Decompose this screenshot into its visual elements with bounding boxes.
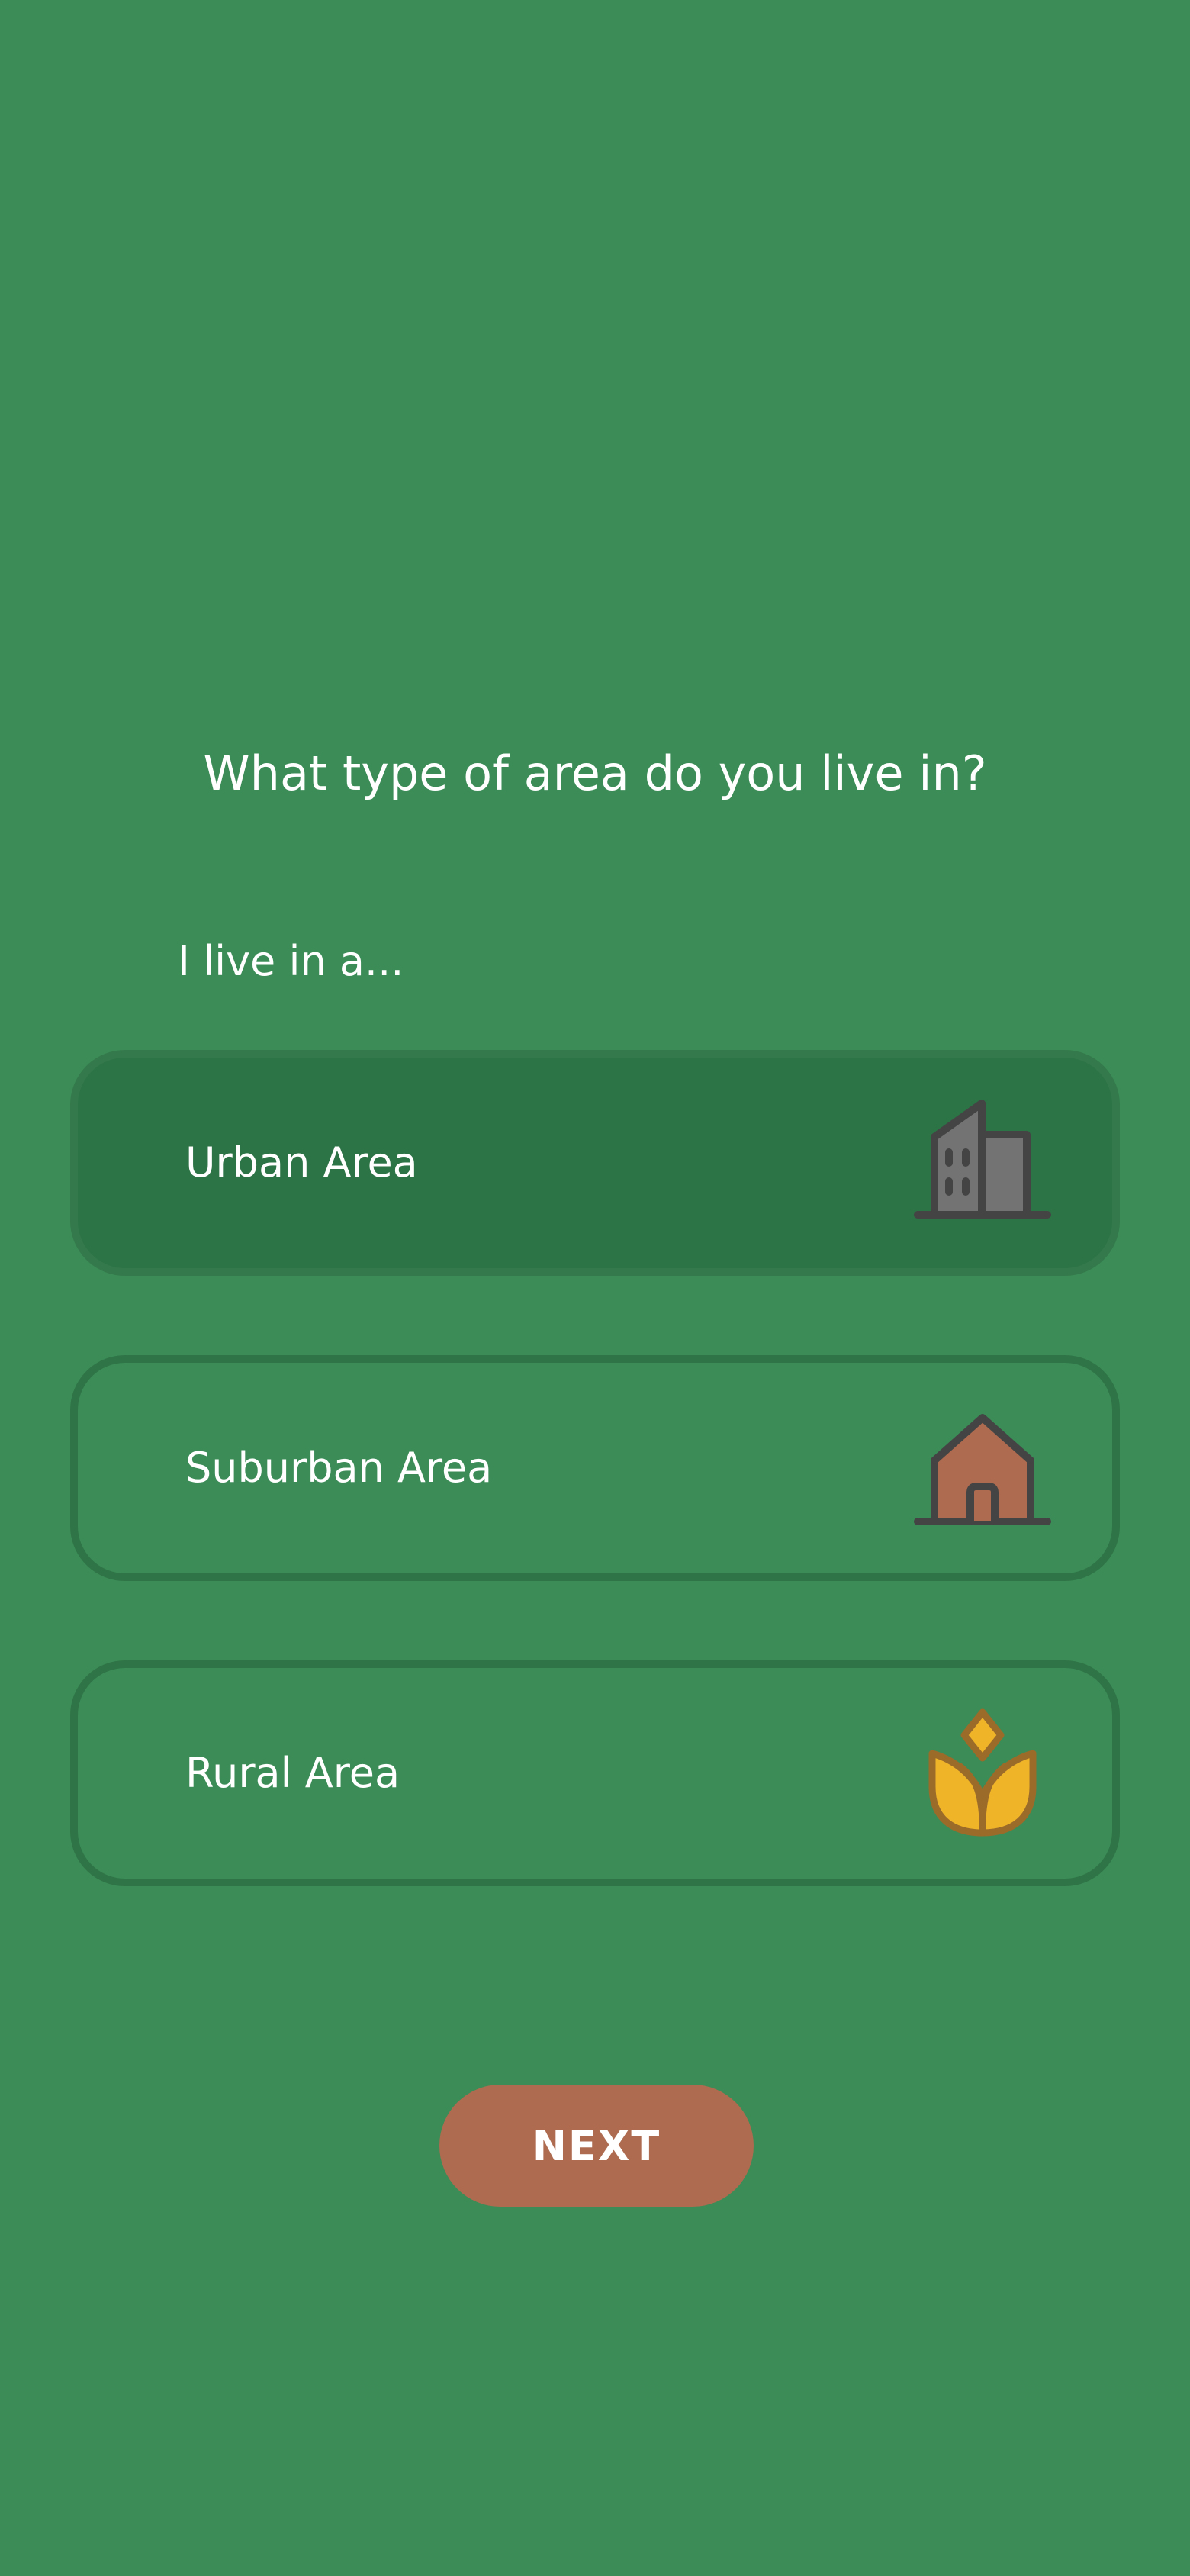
- city-building-icon: [914, 1094, 1051, 1232]
- option-rural-area[interactable]: Rural Area: [70, 1660, 1120, 1886]
- house-icon: [914, 1399, 1051, 1537]
- option-suburban-area[interactable]: Suburban Area: [70, 1355, 1120, 1581]
- question-title: What type of area do you live in?: [203, 745, 987, 801]
- option-label: Urban Area: [185, 1138, 418, 1187]
- option-urban-area[interactable]: Urban Area: [70, 1050, 1120, 1276]
- next-button[interactable]: NEXT: [439, 2085, 754, 2207]
- answer-prompt: I live in a...: [178, 937, 404, 985]
- option-label: Rural Area: [185, 1749, 400, 1797]
- option-label: Suburban Area: [185, 1444, 493, 1492]
- wheat-icon: [914, 1705, 1051, 1842]
